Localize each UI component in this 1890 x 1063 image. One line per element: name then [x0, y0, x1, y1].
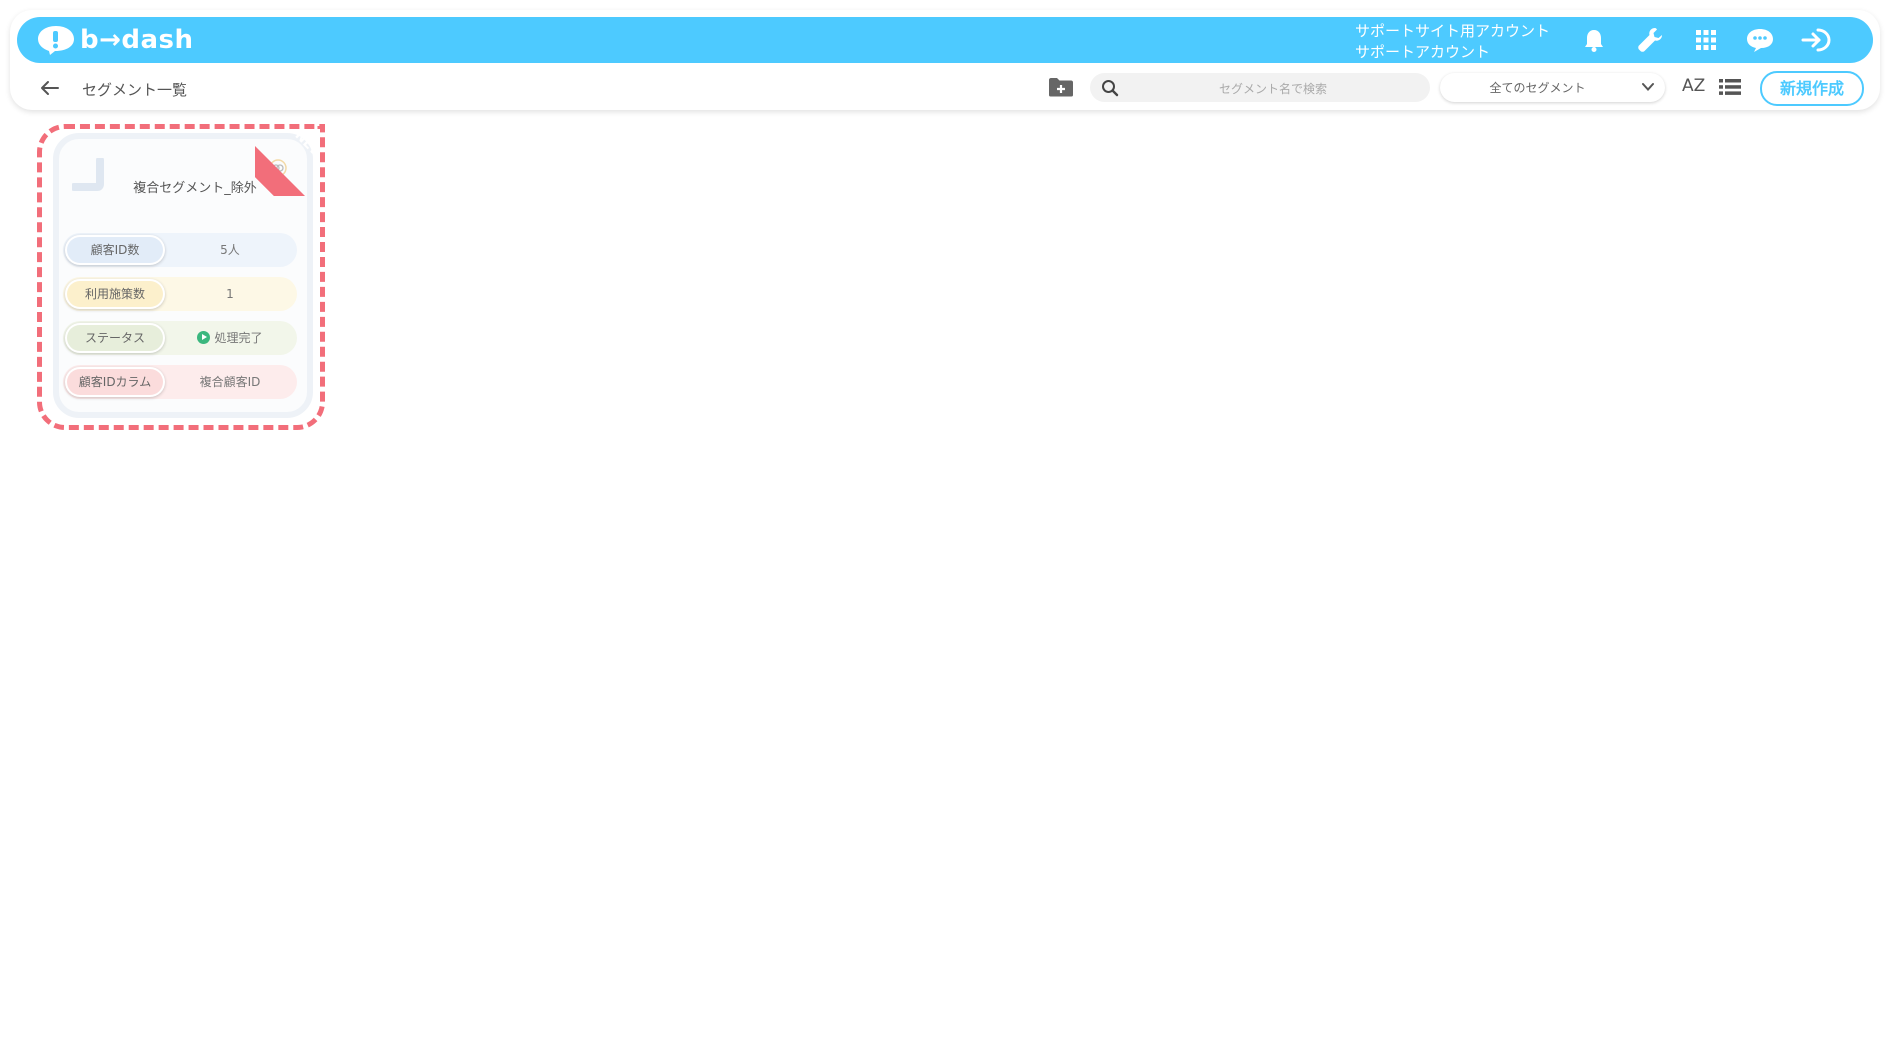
segment-filter-select[interactable]: 全てのセグメント [1440, 73, 1665, 102]
back-arrow-icon[interactable] [38, 78, 62, 98]
highlight-outline [37, 124, 325, 430]
account-site-name: サポートサイト用アカウント [1355, 22, 1551, 40]
account-user-name: サポートアカウント [1355, 43, 1491, 61]
bell-icon[interactable] [1578, 24, 1610, 56]
wrench-icon[interactable] [1634, 24, 1666, 56]
chevron-down-icon [1642, 83, 1654, 91]
bdash-logo[interactable]: b→dash [36, 22, 194, 58]
apps-grid-icon[interactable] [1690, 24, 1722, 56]
search-box[interactable] [1090, 73, 1430, 104]
page-title: セグメント一覧 [82, 81, 188, 99]
search-icon [1102, 80, 1119, 97]
new-folder-icon[interactable] [1048, 76, 1074, 98]
logo-text: b→dash [80, 25, 194, 55]
list-view-icon[interactable] [1719, 78, 1741, 96]
search-input[interactable] [1126, 73, 1420, 104]
logo-bubble-icon [38, 26, 74, 55]
account-info[interactable]: サポートサイト用アカウント サポートアカウント [1355, 21, 1550, 63]
segment-filter-value: 全てのセグメント [1489, 81, 1586, 95]
chat-bubble-icon[interactable] [1744, 24, 1776, 56]
create-new-button[interactable]: 新規作成 [1760, 71, 1864, 106]
logout-icon[interactable] [1800, 24, 1832, 56]
sort-az-button[interactable]: AZ [1682, 76, 1705, 96]
